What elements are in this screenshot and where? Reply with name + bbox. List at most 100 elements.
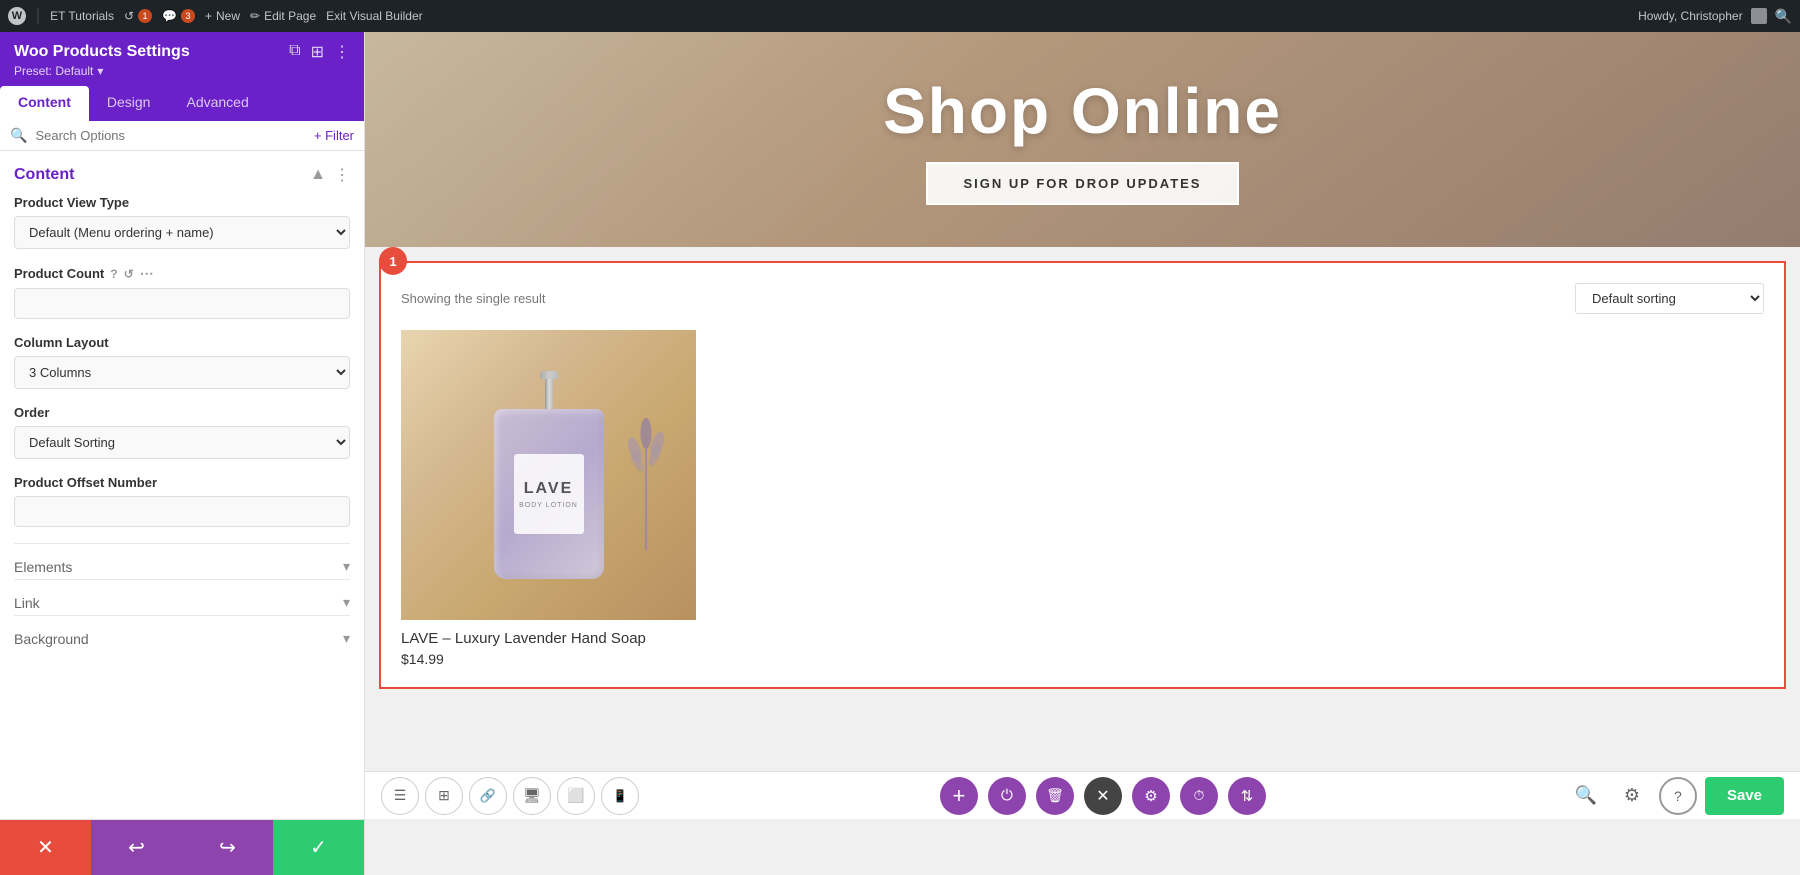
- bottom-toolbar: ☰ ⊞ 🔗 🖥 ⬜ 📱 + ⏻ 🗑 ✕ ⚙ ⏱ ⇅ 🔍 ⚙ ? Save: [365, 771, 1800, 819]
- product-view-type-select[interactable]: Default (Menu ordering + name): [14, 216, 350, 249]
- link-chevron-icon: ▾: [343, 594, 350, 611]
- admin-bar-left: W | ET Tutorials ↺ 1 💬 3 + New ✏ Edit Pa…: [8, 7, 1626, 25]
- hero-cta-button[interactable]: SIGN UP FOR DROP UPDATES: [926, 162, 1240, 205]
- sidebar-header: Woo Products Settings ⧉ ⊞ ⋮ Preset: Defa…: [0, 32, 364, 86]
- preset-selector[interactable]: Preset: Default ▾: [14, 64, 350, 78]
- search-input[interactable]: [35, 128, 305, 143]
- history-button[interactable]: ⏱: [1180, 777, 1218, 815]
- soap-brand-label: LAVE: [524, 480, 573, 498]
- global-settings-icon[interactable]: ⚙: [1613, 777, 1651, 815]
- sidebar-title: Woo Products Settings: [14, 43, 190, 61]
- toolbar-desktop-icon[interactable]: 🖥: [513, 777, 551, 815]
- product-name: LAVE – Luxury Lavender Hand Soap: [401, 630, 696, 647]
- hero-title: Shop Online: [883, 74, 1282, 148]
- link-title: Link: [14, 595, 40, 611]
- help-icon[interactable]: ?: [1659, 777, 1697, 815]
- wordpress-logo[interactable]: W: [8, 7, 26, 25]
- sidebar-tabs: Content Design Advanced: [0, 86, 364, 121]
- background-chevron-icon: ▾: [343, 630, 350, 647]
- redo-button[interactable]: ↪: [182, 820, 273, 875]
- order-select[interactable]: Default Sorting: [14, 426, 350, 459]
- delete-button[interactable]: 🗑: [1036, 777, 1074, 815]
- product-image: LAVE BODY LOTION: [401, 330, 696, 620]
- tab-advanced[interactable]: Advanced: [168, 86, 266, 121]
- elements-header[interactable]: Elements ▾: [14, 558, 350, 575]
- product-grid: LAVE BODY LOTION: [401, 330, 1764, 667]
- main-layout: Woo Products Settings ⧉ ⊞ ⋮ Preset: Defa…: [0, 0, 1800, 875]
- order-group: Order Default Sorting: [14, 405, 350, 459]
- list-item: LAVE BODY LOTION: [401, 330, 696, 667]
- sort-select[interactable]: Default sorting Sort by popularity Sort …: [1575, 283, 1764, 314]
- columns-icon[interactable]: ⊞: [311, 42, 324, 62]
- elements-section: Elements ▾: [14, 543, 350, 575]
- add-module-button[interactable]: +: [940, 777, 978, 815]
- section-badge: 1: [379, 247, 407, 275]
- close-button[interactable]: ✕: [1084, 777, 1122, 815]
- column-layout-select[interactable]: 3 Columns: [14, 356, 350, 389]
- canvas: Shop Online SIGN UP FOR DROP UPDATES 1 S…: [365, 32, 1800, 875]
- discard-button[interactable]: ✕: [0, 820, 91, 875]
- product-price: $14.99: [401, 651, 696, 667]
- undo-button[interactable]: ↩: [91, 820, 182, 875]
- toolbar-hamburger-icon[interactable]: ☰: [381, 777, 419, 815]
- sidebar-content: Content ▲ ⋮ Product View Type Default (M…: [0, 151, 364, 819]
- sidebar: Woo Products Settings ⧉ ⊞ ⋮ Preset: Defa…: [0, 32, 365, 875]
- product-illustration: LAVE BODY LOTION: [494, 371, 604, 579]
- new-item[interactable]: + New: [205, 9, 240, 23]
- comments-count: 3: [181, 9, 195, 23]
- background-section: Background ▾: [14, 615, 350, 647]
- product-offset-input[interactable]: 0: [14, 496, 350, 527]
- product-offset-group: Product Offset Number 0: [14, 475, 350, 527]
- search-bar: 🔍 + Filter: [0, 121, 364, 151]
- filter-button[interactable]: + Filter: [314, 128, 354, 143]
- products-header: Showing the single result Default sortin…: [401, 283, 1764, 314]
- section-more-icon[interactable]: ⋮: [334, 165, 350, 185]
- module-settings-button[interactable]: ⚙: [1132, 777, 1170, 815]
- toolbar-link-icon[interactable]: 🔗: [469, 777, 507, 815]
- soap-sub-label: BODY LOTION: [519, 502, 578, 509]
- lavender-decoration: [606, 350, 686, 550]
- content-section-title: Content: [14, 166, 74, 184]
- content-section-header: Content ▲ ⋮: [14, 165, 350, 185]
- products-section: 1 Showing the single result Default sort…: [379, 261, 1786, 689]
- product-count-input[interactable]: 9: [14, 288, 350, 319]
- product-count-help-icon[interactable]: ?: [110, 267, 117, 281]
- howdy-text: Howdy, Christopher: [1638, 9, 1742, 23]
- confirm-button[interactable]: ✓: [273, 820, 364, 875]
- background-header[interactable]: Background ▾: [14, 630, 350, 647]
- product-count-reset-icon[interactable]: ↺: [124, 267, 134, 281]
- sort-button[interactable]: ⇅: [1228, 777, 1266, 815]
- collapse-icon[interactable]: ▲: [310, 166, 326, 184]
- updates-item[interactable]: ↺ 1: [124, 9, 152, 23]
- product-count-more-icon[interactable]: ⋯: [140, 265, 154, 282]
- column-layout-group: Column Layout 3 Columns: [14, 335, 350, 389]
- search-toolbar-icon[interactable]: 🔍: [1567, 777, 1605, 815]
- background-title: Background: [14, 631, 89, 647]
- link-section: Link ▾: [14, 579, 350, 611]
- tab-content[interactable]: Content: [0, 86, 89, 121]
- site-name[interactable]: ET Tutorials: [50, 9, 114, 23]
- admin-search-icon[interactable]: 🔍: [1775, 8, 1792, 25]
- comments-item[interactable]: 💬 3: [162, 9, 195, 23]
- admin-avatar[interactable]: [1751, 8, 1767, 24]
- toolbar-mobile-icon[interactable]: 📱: [601, 777, 639, 815]
- updates-count: 1: [138, 9, 152, 23]
- product-view-type-group: Product View Type Default (Menu ordering…: [14, 195, 350, 249]
- toolbar-grid-icon[interactable]: ⊞: [425, 777, 463, 815]
- showing-text: Showing the single result: [401, 291, 546, 306]
- sidebar-bottom: ✕ ↩ ↪ ✓: [0, 819, 364, 875]
- toolbar-tablet-icon[interactable]: ⬜: [557, 777, 595, 815]
- elements-title: Elements: [14, 559, 72, 575]
- admin-bar: W | ET Tutorials ↺ 1 💬 3 + New ✏ Edit Pa…: [0, 0, 1800, 32]
- link-header[interactable]: Link ▾: [14, 594, 350, 611]
- power-button[interactable]: ⏻: [988, 777, 1026, 815]
- admin-bar-right: Howdy, Christopher 🔍: [1638, 8, 1792, 25]
- tab-design[interactable]: Design: [89, 86, 169, 121]
- more-icon[interactable]: ⋮: [334, 42, 350, 62]
- elements-chevron-icon: ▾: [343, 558, 350, 575]
- save-button[interactable]: Save: [1705, 777, 1784, 815]
- copy-icon[interactable]: ⧉: [289, 42, 300, 62]
- exit-builder-item[interactable]: Exit Visual Builder: [326, 9, 423, 23]
- edit-page-item[interactable]: ✏ Edit Page: [250, 9, 316, 23]
- hero-section: Shop Online SIGN UP FOR DROP UPDATES: [365, 32, 1800, 247]
